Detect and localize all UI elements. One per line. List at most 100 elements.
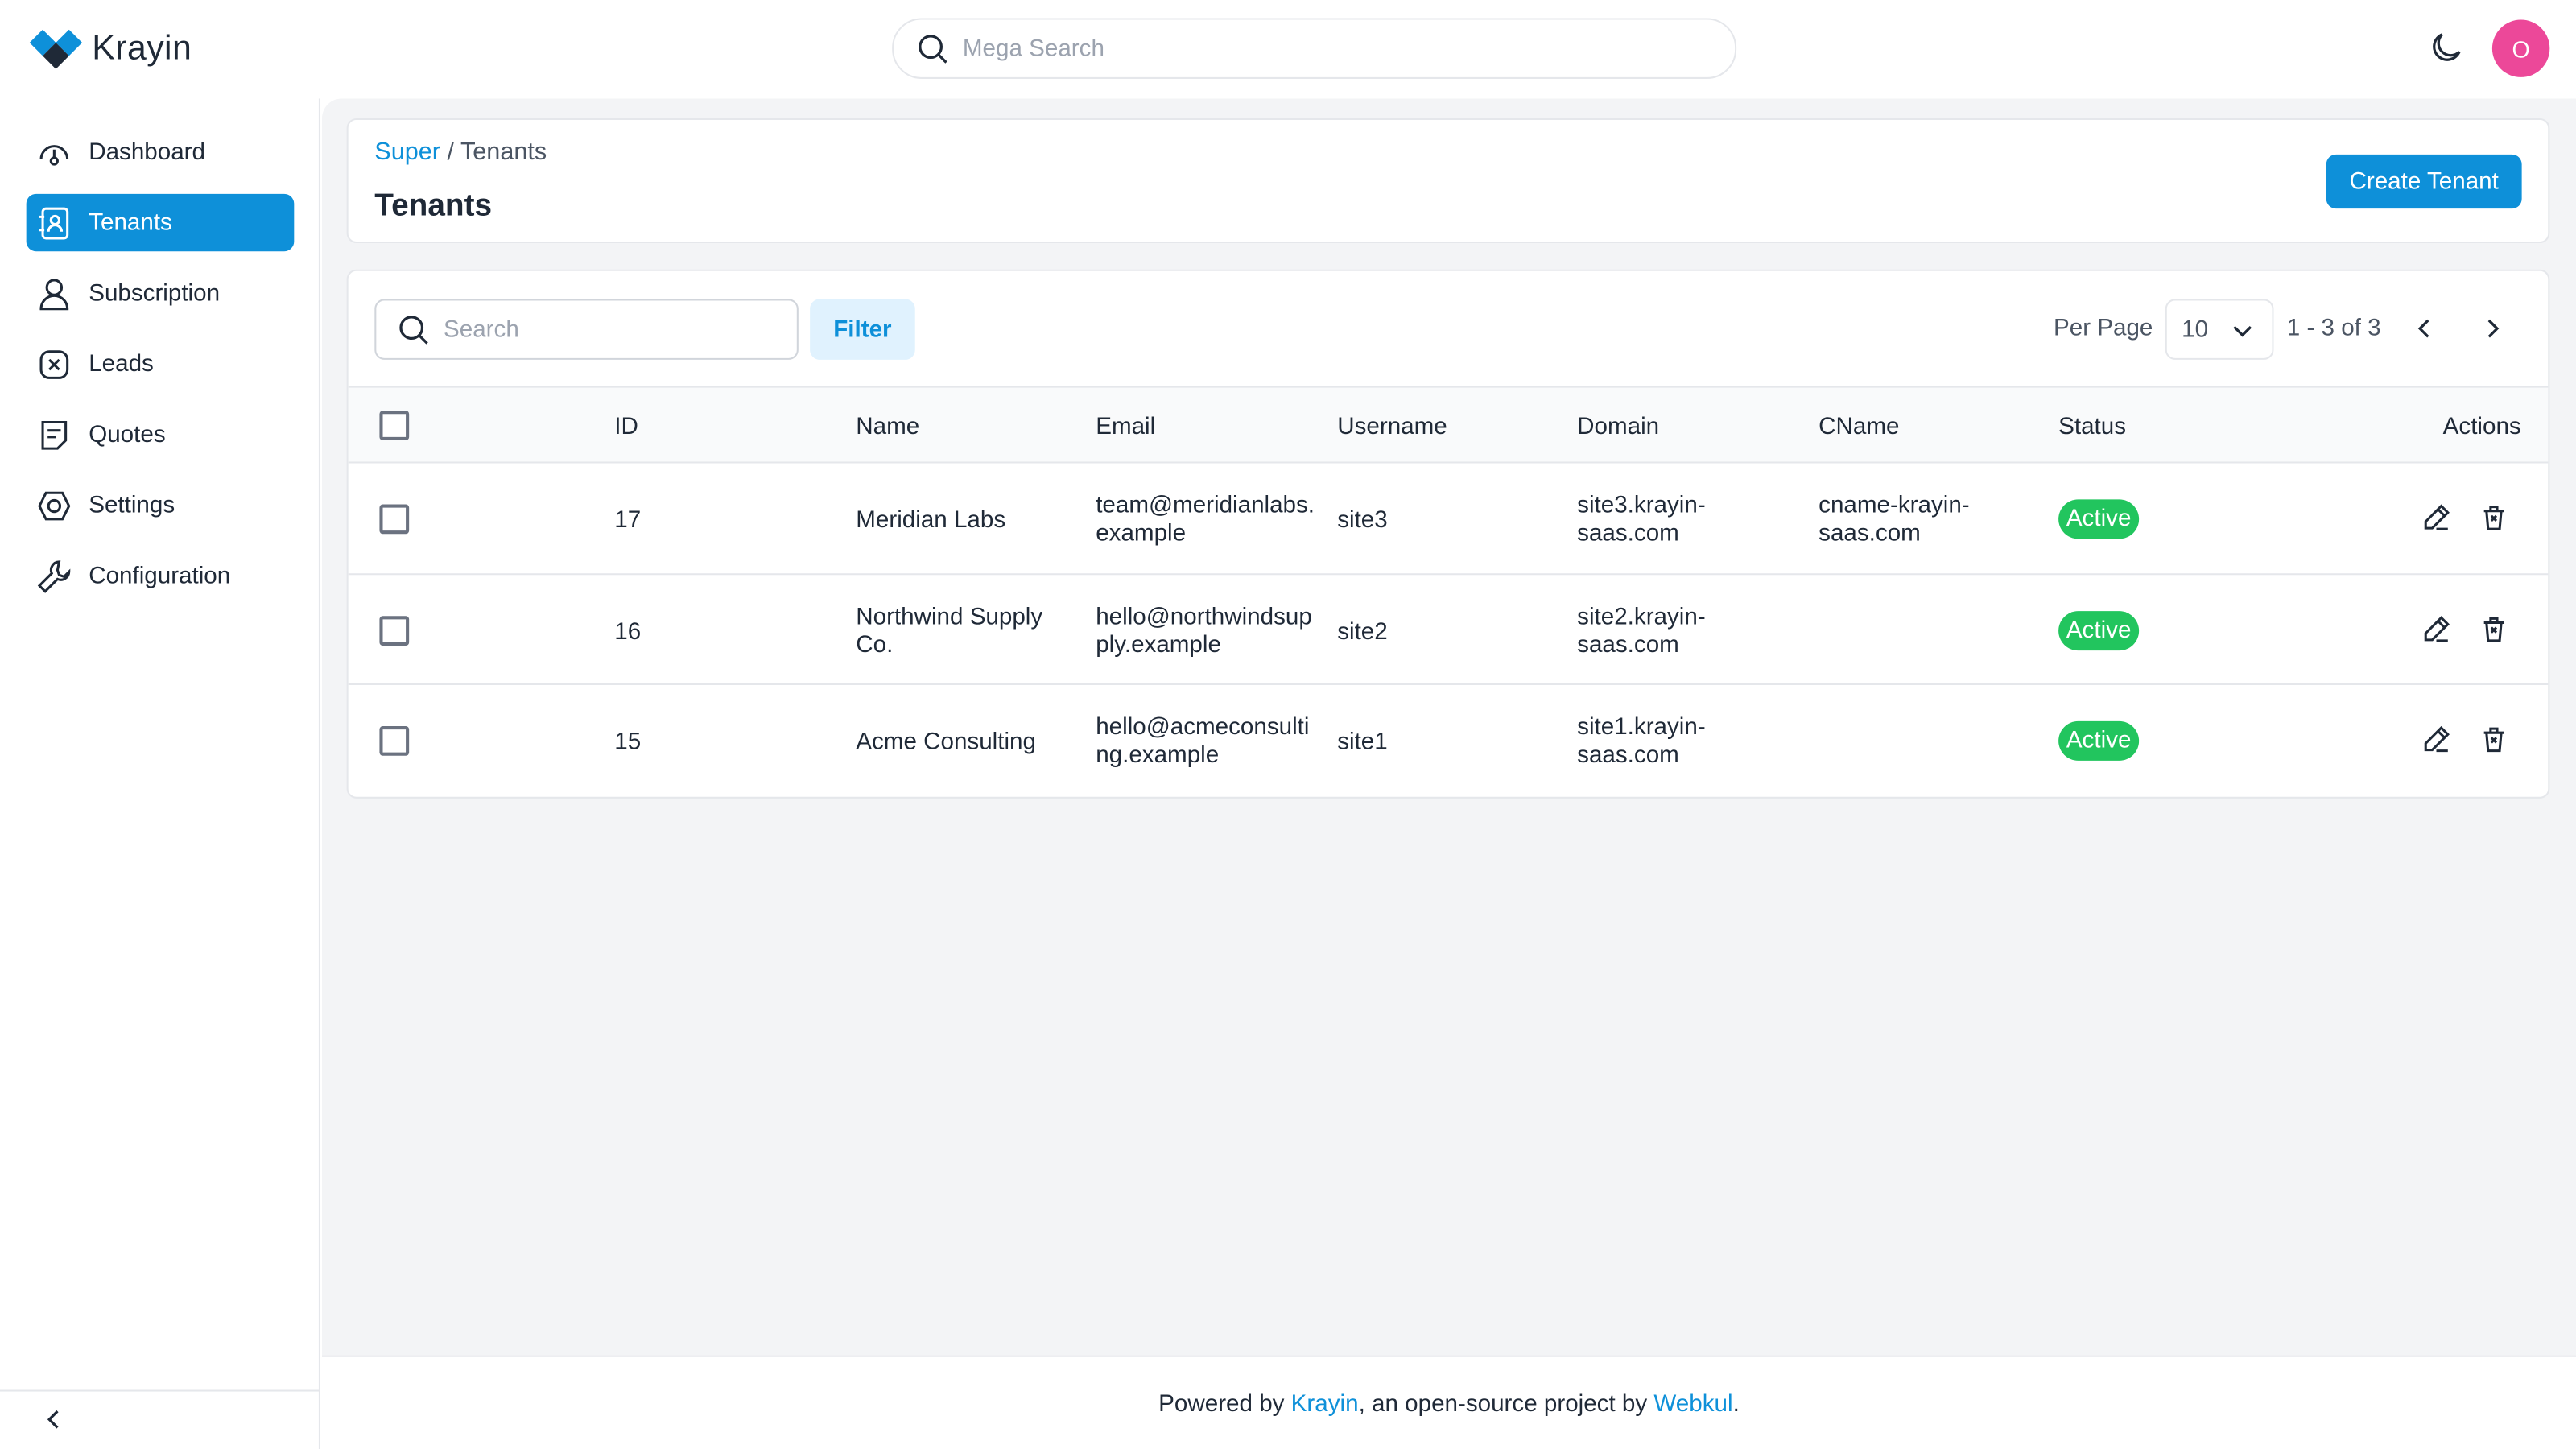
page-title: Tenants [374,188,493,224]
footer-krayin-link[interactable]: Krayin [1291,1392,1359,1418]
sidebar-item-label: Dashboard [89,138,205,166]
filter-button[interactable]: Filter [810,299,915,360]
cell-id: 15 [614,729,642,756]
row-checkbox[interactable] [379,726,410,756]
sidebar-collapse-button[interactable] [0,1389,320,1449]
delete-icon[interactable] [2479,614,2509,644]
cell-id: 17 [614,507,642,535]
table-row: 17 Meridian Labs team@meridianlabs. exam… [348,465,2549,576]
cell-name-line1: Northwind Supply [856,605,1043,631]
datagrid-search-input[interactable] [444,316,773,343]
top-bar: Krayin O [0,0,2576,99]
breadcrumb-super-link[interactable]: Super [374,138,440,166]
cell-email-line2: example [1096,520,1187,547]
sidebar-item-quotes[interactable]: Quotes [27,406,295,463]
cell-id: 16 [614,619,642,646]
dashboard-icon [39,144,69,165]
status-badge: Active [2058,611,2140,651]
cell-name: Meridian Labs [856,507,1006,535]
column-header-cname[interactable]: CName [1818,414,1899,440]
delete-icon[interactable] [2479,724,2509,754]
search-icon [919,34,947,63]
leads-icon [39,349,69,378]
column-header-id[interactable]: ID [614,414,638,440]
footer-suffix: . [1732,1391,1740,1418]
cell-username: site3 [1337,507,1388,535]
cell-email-line1: hello@acmeconsulti [1096,714,1310,741]
cell-domain-line2: saas.com [1577,742,1679,770]
delete-icon[interactable] [2479,502,2509,532]
cell-domain-line1: site3.krayin- [1577,493,1706,519]
cell-email-line1: hello@northwindsup [1096,605,1312,631]
sidebar-item-label: Leads [89,350,154,378]
footer-webkul-link[interactable]: Webkul [1653,1392,1732,1418]
chevron-down-icon [2233,324,2252,336]
row-checkbox[interactable] [379,616,410,646]
cell-domain-line1: site2.krayin- [1577,605,1706,631]
tenants-icon [39,206,69,239]
sidebar-item-configuration[interactable]: Configuration [27,547,295,605]
sidebar-item-leads[interactable]: Leads [27,335,295,392]
user-icon [39,278,69,310]
app-logo[interactable]: Krayin [29,29,192,69]
settings-icon [38,490,71,520]
cell-name: Acme Consulting [856,729,1036,756]
sidebar-item-dashboard[interactable]: Dashboard [27,123,295,180]
row-checkbox[interactable] [379,504,410,535]
breadcrumb: Super / Tenants [374,138,547,166]
per-page-label: Per Page [2054,315,2153,342]
tenants-datagrid: Filter Per Page 10 1 - 3 of 3 ID Name Em… [346,269,2550,799]
sidebar-item-label: Tenants [89,209,172,236]
footer-middle: , an open-source project by [1358,1391,1654,1418]
dark-mode-toggle-icon[interactable] [2426,28,2466,68]
status-badge: Active [2058,499,2140,539]
per-page-select[interactable]: 10 [2165,299,2274,360]
cell-cname-line2: saas.com [1818,520,1921,547]
column-header-status[interactable]: Status [2058,414,2126,440]
column-header-name[interactable]: Name [856,414,919,440]
sidebar-item-label: Settings [89,492,175,518]
cell-email-line2: ply.example [1096,632,1221,659]
status-badge: Active [2058,720,2140,761]
mega-search[interactable] [892,18,1737,79]
edit-icon[interactable] [2421,614,2451,644]
chevron-left-icon [47,1410,59,1429]
pagination-info: 1 - 3 of 3 [2286,315,2381,342]
column-header-username[interactable]: Username [1337,414,1447,440]
sidebar-item-label: Subscription [89,279,221,307]
column-header-email[interactable]: Email [1096,414,1155,440]
create-tenant-button[interactable]: Create Tenant [2326,154,2522,209]
cell-email-line2: ng.example [1096,742,1220,770]
table-header: ID Name Email Username Domain CName Stat… [348,386,2549,464]
edit-icon[interactable] [2421,724,2451,754]
page-header: Super / Tenants Tenants Create Tenant [346,118,2550,244]
cell-email-line1: team@meridianlabs. [1096,493,1315,519]
per-page-value: 10 [2182,316,2209,343]
sidebar-item-subscription[interactable]: Subscription [27,265,295,322]
edit-icon[interactable] [2421,502,2451,532]
mega-search-input[interactable] [962,35,1653,62]
sidebar-item-tenants[interactable]: Tenants [26,193,295,252]
quotes-icon [41,419,68,449]
search-icon [399,315,428,344]
table-row: 15 Acme Consulting hello@acmeconsulti ng… [349,687,2549,797]
wrench-icon [37,559,71,592]
footer: Powered by Krayin, an open-source projec… [321,1355,2576,1449]
column-header-domain[interactable]: Domain [1577,414,1659,440]
breadcrumb-current: Tenants [460,138,547,167]
sidebar-item-label: Configuration [89,562,231,589]
sidebar-item-label: Quotes [89,421,166,448]
cell-domain-line2: saas.com [1577,520,1679,547]
column-header-actions: Actions [2442,414,2521,440]
avatar[interactable]: O [2491,19,2550,77]
select-all-checkbox[interactable] [379,411,410,440]
table-row: 16 Northwind Supply Co. hello@northwinds… [348,575,2549,686]
cell-username: site1 [1337,729,1388,756]
cell-username: site2 [1337,619,1388,646]
krayin-logo-icon [29,29,83,69]
previous-page-icon[interactable] [2412,316,2438,342]
breadcrumb-separator: / [440,138,460,167]
next-page-icon[interactable] [2479,316,2506,342]
sidebar-item-settings[interactable]: Settings [27,477,295,534]
datagrid-search[interactable] [374,299,799,360]
